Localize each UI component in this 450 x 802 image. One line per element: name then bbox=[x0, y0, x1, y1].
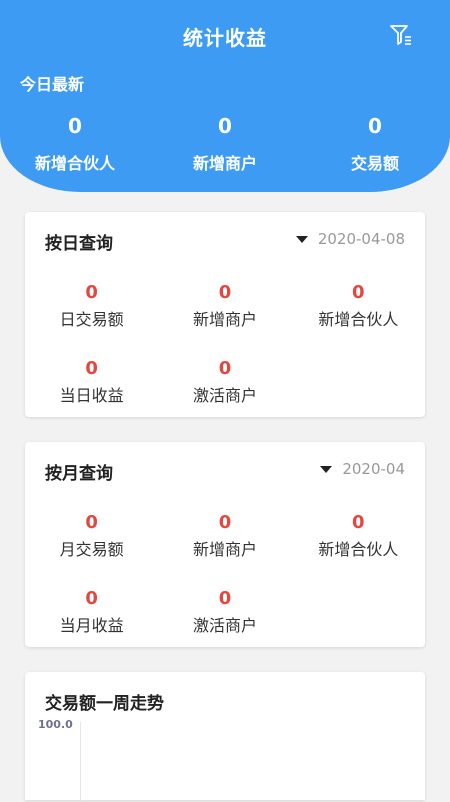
stat-value: 0 bbox=[218, 114, 232, 138]
stat-cell: 0 当月收益 bbox=[25, 588, 158, 664]
stat-cell: 0 激活商户 bbox=[158, 358, 291, 434]
stat-new-partners: 0 新增合伙人 bbox=[0, 112, 150, 174]
stats-header: 统计收益 今日最新 0 新增合伙人 0 新增商户 0 交易额 bbox=[0, 0, 450, 192]
stat-value: 0 bbox=[85, 512, 98, 533]
stat-value: 0 bbox=[218, 358, 232, 379]
caret-down-icon bbox=[320, 465, 333, 473]
stats-row: 0 月交易额 0 新增商户 0 新增合伙人 bbox=[25, 512, 425, 588]
y-axis-max-label: 100.0 bbox=[38, 718, 73, 731]
stat-value: 0 bbox=[368, 114, 382, 138]
stat-label: 新增合伙人 bbox=[318, 540, 399, 559]
daily-query-card: 按日查询 2020-04-08 0 日交易额 0 新增商户 0 新增合伙人 0 … bbox=[25, 212, 425, 417]
stat-label: 新增商户 bbox=[192, 540, 257, 559]
stat-label: 激活商户 bbox=[192, 386, 257, 405]
stat-cell: 0 新增商户 bbox=[158, 282, 291, 358]
stat-label: 新增商户 bbox=[192, 310, 257, 329]
stat-label: 当日收益 bbox=[59, 386, 124, 405]
y-axis-line bbox=[80, 722, 81, 802]
daily-stats-grid: 0 日交易额 0 新增商户 0 新增合伙人 0 当日收益 0 激活商户 bbox=[25, 282, 425, 434]
stats-row: 0 当月收益 0 激活商户 bbox=[25, 588, 425, 664]
stats-row: 0 日交易额 0 新增商户 0 新增合伙人 bbox=[25, 282, 425, 358]
selected-month: 2020-04 bbox=[342, 460, 405, 478]
stat-new-merchants: 0 新增商户 bbox=[150, 112, 300, 174]
stat-label: 新增合伙人 bbox=[34, 154, 115, 173]
stat-value: 0 bbox=[218, 512, 232, 533]
card-title: 按月查询 bbox=[45, 464, 113, 484]
stat-label: 激活商户 bbox=[192, 616, 257, 635]
stat-transaction-amount: 0 交易额 bbox=[300, 112, 450, 174]
stat-label: 新增商户 bbox=[192, 154, 257, 173]
stat-label: 月交易额 bbox=[59, 540, 124, 559]
stat-value: 0 bbox=[85, 358, 98, 379]
stat-cell: 0 新增商户 bbox=[158, 512, 291, 588]
today-stats: 0 新增合伙人 0 新增商户 0 交易额 bbox=[0, 112, 450, 174]
stat-cell: 0 新增合伙人 bbox=[292, 282, 425, 358]
stat-cell: 0 新增合伙人 bbox=[292, 512, 425, 588]
filter-icon[interactable] bbox=[388, 22, 414, 48]
stat-value: 0 bbox=[85, 588, 98, 609]
caret-down-icon bbox=[295, 235, 308, 243]
stat-cell: 0 激活商户 bbox=[158, 588, 291, 664]
stat-cell: 0 当日收益 bbox=[25, 358, 158, 434]
stat-cell: 0 月交易额 bbox=[25, 512, 158, 588]
stat-value: 0 bbox=[352, 512, 365, 533]
selected-date: 2020-04-08 bbox=[317, 230, 405, 248]
stat-label: 当月收益 bbox=[59, 616, 124, 635]
date-picker-monthly[interactable]: 2020-04 bbox=[320, 460, 405, 478]
card-title: 交易额一周走势 bbox=[45, 694, 164, 714]
card-title: 按日查询 bbox=[45, 234, 113, 254]
stat-label: 日交易额 bbox=[59, 310, 124, 329]
stats-row: 0 当日收益 0 激活商户 bbox=[25, 358, 425, 434]
stat-value: 0 bbox=[68, 114, 82, 138]
monthly-stats-grid: 0 月交易额 0 新增商户 0 新增合伙人 0 当月收益 0 激活商户 bbox=[25, 512, 425, 664]
stat-label: 新增合伙人 bbox=[318, 310, 399, 329]
stat-cell: 0 日交易额 bbox=[25, 282, 158, 358]
stat-value: 0 bbox=[352, 282, 365, 303]
stat-value: 0 bbox=[218, 282, 232, 303]
stat-value: 0 bbox=[85, 282, 98, 303]
weekly-trend-card: 交易额一周走势 100.0 bbox=[25, 672, 425, 802]
stat-label: 交易额 bbox=[350, 154, 399, 173]
today-latest-label: 今日最新 bbox=[20, 75, 85, 94]
stat-value: 0 bbox=[218, 588, 232, 609]
date-picker-daily[interactable]: 2020-04-08 bbox=[295, 230, 405, 248]
page-title: 统计收益 bbox=[183, 26, 267, 50]
monthly-query-card: 按月查询 2020-04 0 月交易额 0 新增商户 0 新增合伙人 0 当月收… bbox=[25, 442, 425, 647]
